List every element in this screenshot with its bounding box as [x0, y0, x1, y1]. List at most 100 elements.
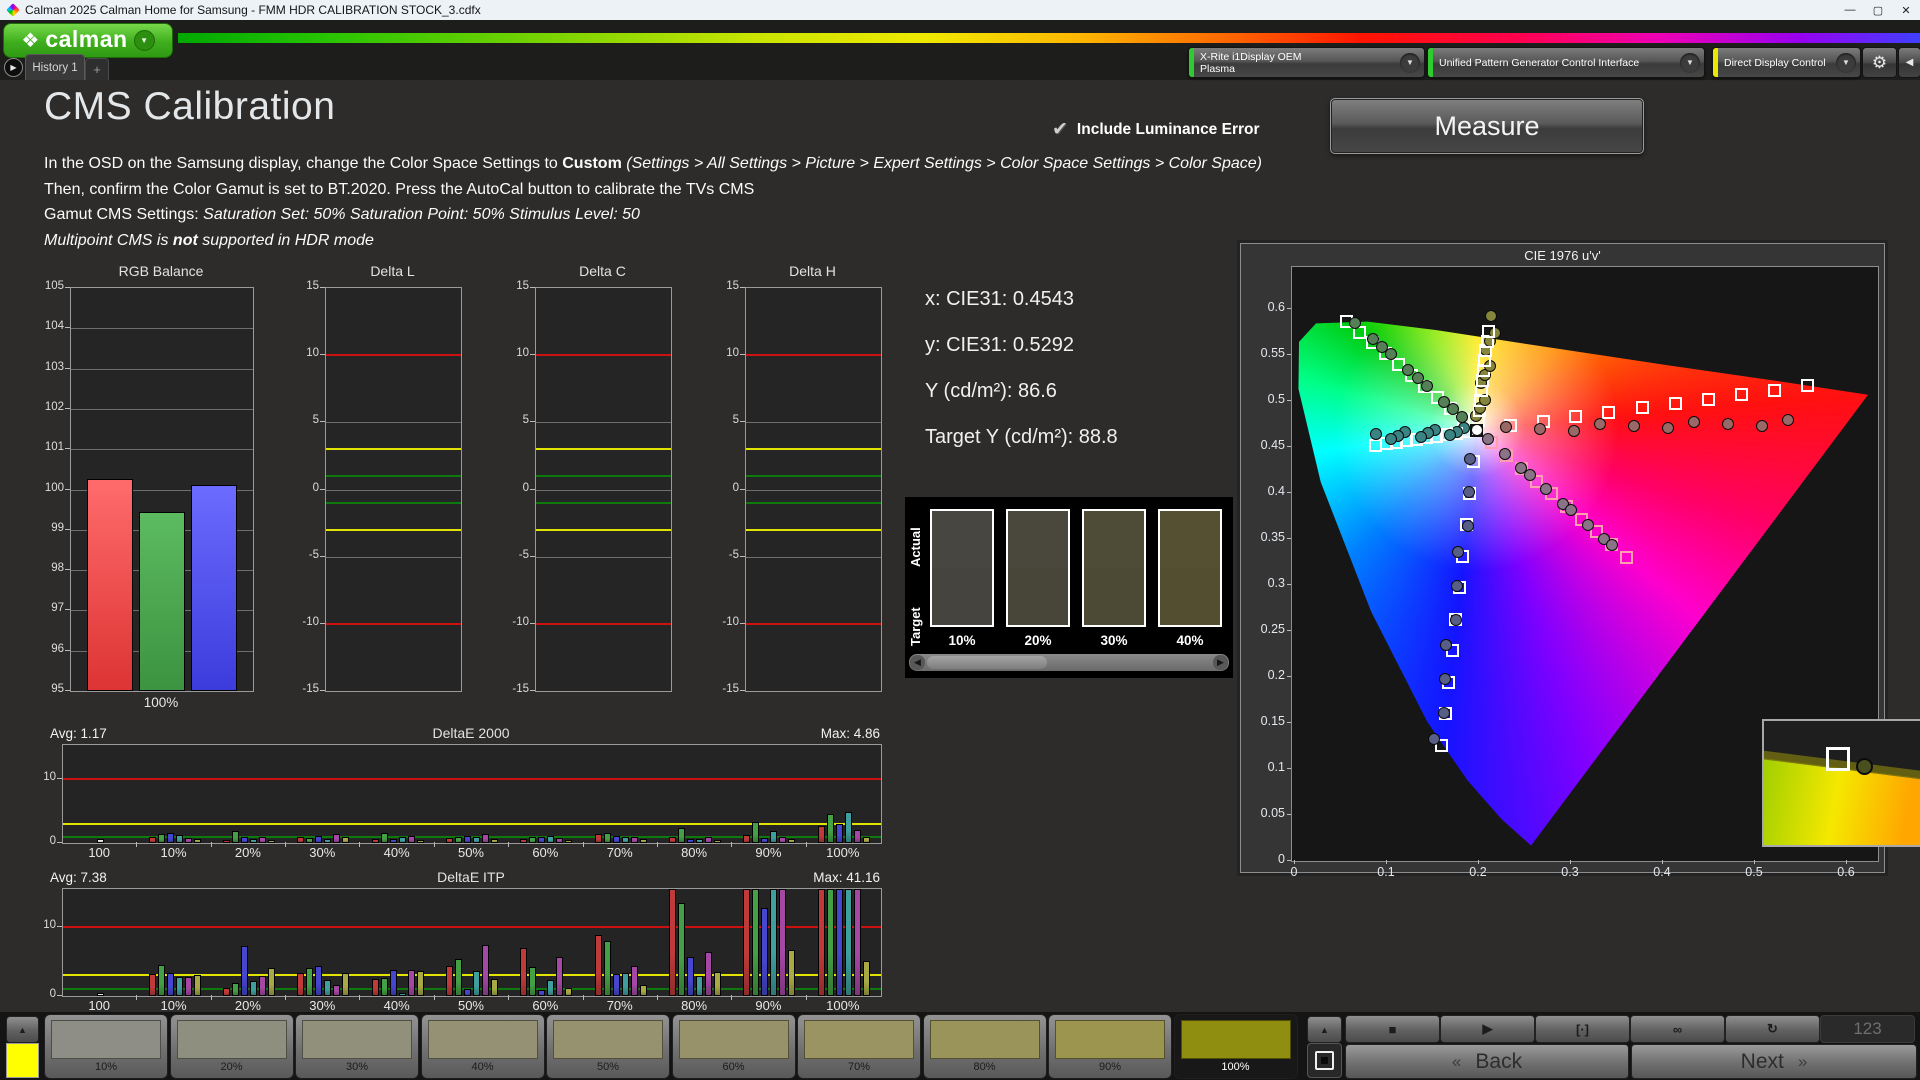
tick-mark [65, 529, 70, 530]
interval-button[interactable]: [·] [1535, 1015, 1630, 1043]
deltae-bar [158, 834, 165, 843]
swatch-30% [1082, 509, 1146, 627]
deltae-bar [565, 988, 572, 996]
patch-10%[interactable]: 10% [44, 1014, 168, 1079]
tick-mark [806, 995, 807, 1000]
measure-button[interactable]: Measure [1330, 98, 1644, 154]
transport-up-button[interactable]: ▲ [1307, 1016, 1342, 1043]
deltae-bar [622, 973, 629, 996]
group-label: 30% [285, 845, 359, 860]
patch-label: 50% [547, 1061, 669, 1073]
patch-50%[interactable]: 50% [546, 1014, 670, 1079]
meter-dropdown[interactable]: X-Rite i1Display OEMPlasma▼ [1188, 47, 1425, 78]
actual-row-label: Actual [908, 511, 924, 583]
gridline [71, 409, 253, 410]
deltae-bar [372, 979, 379, 996]
gridline [746, 557, 881, 558]
chart-title: DeltaE ITP [62, 869, 880, 885]
measured-point [1565, 504, 1577, 516]
calman-menu-button[interactable]: ❖ calman ▼ [3, 23, 173, 58]
patch-20%[interactable]: 20% [170, 1014, 294, 1079]
tick-mark [583, 995, 584, 1000]
include-luminance-checkbox[interactable]: ✔ Include Luminance Error [1052, 118, 1260, 141]
group-label: 50% [434, 998, 508, 1013]
maximize-button[interactable]: ▢ [1864, 0, 1892, 20]
swatch-comparison-panel: ActualTarget10%20%30%40%◀▶ [905, 497, 1233, 678]
deltae-bar [845, 889, 852, 996]
tab-history-1[interactable]: History 1 [25, 54, 85, 80]
cie-title: CIE 1976 u'v' [1241, 248, 1884, 263]
patch-60%[interactable]: 60% [672, 1014, 796, 1079]
deltae-bar [297, 837, 304, 843]
deltae-bar [687, 957, 694, 996]
cie-y-label: 0.1 [1245, 760, 1285, 774]
tick-mark [320, 489, 325, 490]
reference-line [746, 475, 881, 477]
deltae-bar [149, 837, 156, 843]
inset-target-square [1826, 747, 1850, 771]
patch-30%[interactable]: 30% [295, 1014, 419, 1079]
deltae-bar [556, 957, 563, 996]
group-label: 40% [359, 845, 433, 860]
play-button[interactable]: ▶ [1440, 1015, 1535, 1043]
continuous-button[interactable]: ∞ [1630, 1015, 1725, 1043]
patch-80%[interactable]: 80% [923, 1014, 1047, 1079]
next-button[interactable]: Next » [1631, 1044, 1917, 1079]
tick-mark [530, 690, 535, 691]
back-button[interactable]: « Back [1345, 1044, 1629, 1079]
tick-mark [320, 354, 325, 355]
display-control-dropdown[interactable]: Direct Display Control▼ [1712, 47, 1861, 78]
refresh-button[interactable]: ↻ [1725, 1015, 1820, 1043]
settings-gear-button[interactable]: ⚙ [1862, 47, 1897, 78]
pattern-preview-swatch[interactable] [6, 1043, 39, 1078]
collapse-panel-button[interactable]: ◀ [1898, 47, 1920, 78]
patch-40%[interactable]: 40% [421, 1014, 545, 1079]
max-label: Max: 41.16 [770, 870, 880, 885]
app-icon [6, 3, 20, 17]
swatch-scrollbar[interactable]: ◀▶ [909, 654, 1229, 671]
tab-scroll-button[interactable]: ▶ [4, 58, 23, 77]
scroll-left-button[interactable]: ◀ [910, 655, 925, 670]
group-label: 100 [62, 998, 136, 1013]
group-label: 20% [211, 845, 285, 860]
deltae-bar [595, 834, 602, 843]
group-label: 10% [136, 998, 210, 1013]
y-tick-label: 0 [32, 988, 56, 1000]
scroll-thumb[interactable] [927, 656, 1047, 669]
device-status-stripe [1189, 48, 1194, 77]
tick-mark [1287, 768, 1291, 769]
y-tick-label: 0 [491, 482, 529, 494]
tick-mark [65, 408, 70, 409]
scroll-right-button[interactable]: ▶ [1213, 655, 1228, 670]
y-tick-label: 99 [26, 522, 64, 534]
deltae-bar [529, 837, 536, 843]
pattern-generator-dropdown[interactable]: Unified Pattern Generator Control Interf… [1427, 47, 1705, 78]
pattern-window-up-button[interactable]: ▲ [6, 1016, 39, 1043]
patch-70%[interactable]: 70% [797, 1014, 921, 1079]
deltae-bar [482, 834, 489, 843]
add-tab-button[interactable]: + [85, 58, 109, 80]
y-tick-label: -5 [701, 549, 739, 561]
y-tick-label: 15 [491, 280, 529, 292]
deltae-bar [417, 840, 424, 843]
deltae-bar [455, 959, 462, 996]
close-button[interactable]: ✕ [1892, 0, 1920, 20]
y-tick-label: 97 [26, 602, 64, 614]
rainbow-gradient-bar [178, 33, 1920, 43]
tick-mark [530, 354, 535, 355]
deltae-bar [613, 974, 620, 996]
patch-100%[interactable]: 100% [1174, 1014, 1298, 1079]
measured-point [1524, 469, 1536, 481]
reference-line [63, 778, 881, 780]
deltae-bar [315, 836, 322, 843]
chart-title: Delta C [505, 263, 700, 279]
patch-90%[interactable]: 90% [1048, 1014, 1172, 1079]
pattern-window-button[interactable] [1307, 1043, 1342, 1078]
deltae-bar [714, 972, 721, 996]
group-label: 60% [508, 845, 582, 860]
stop-button[interactable]: ■ [1345, 1015, 1440, 1043]
minimize-button[interactable]: — [1836, 0, 1864, 20]
y-tick-label: -10 [281, 616, 319, 628]
window-frame-icon [1315, 1051, 1334, 1070]
measured-point [1722, 418, 1734, 430]
